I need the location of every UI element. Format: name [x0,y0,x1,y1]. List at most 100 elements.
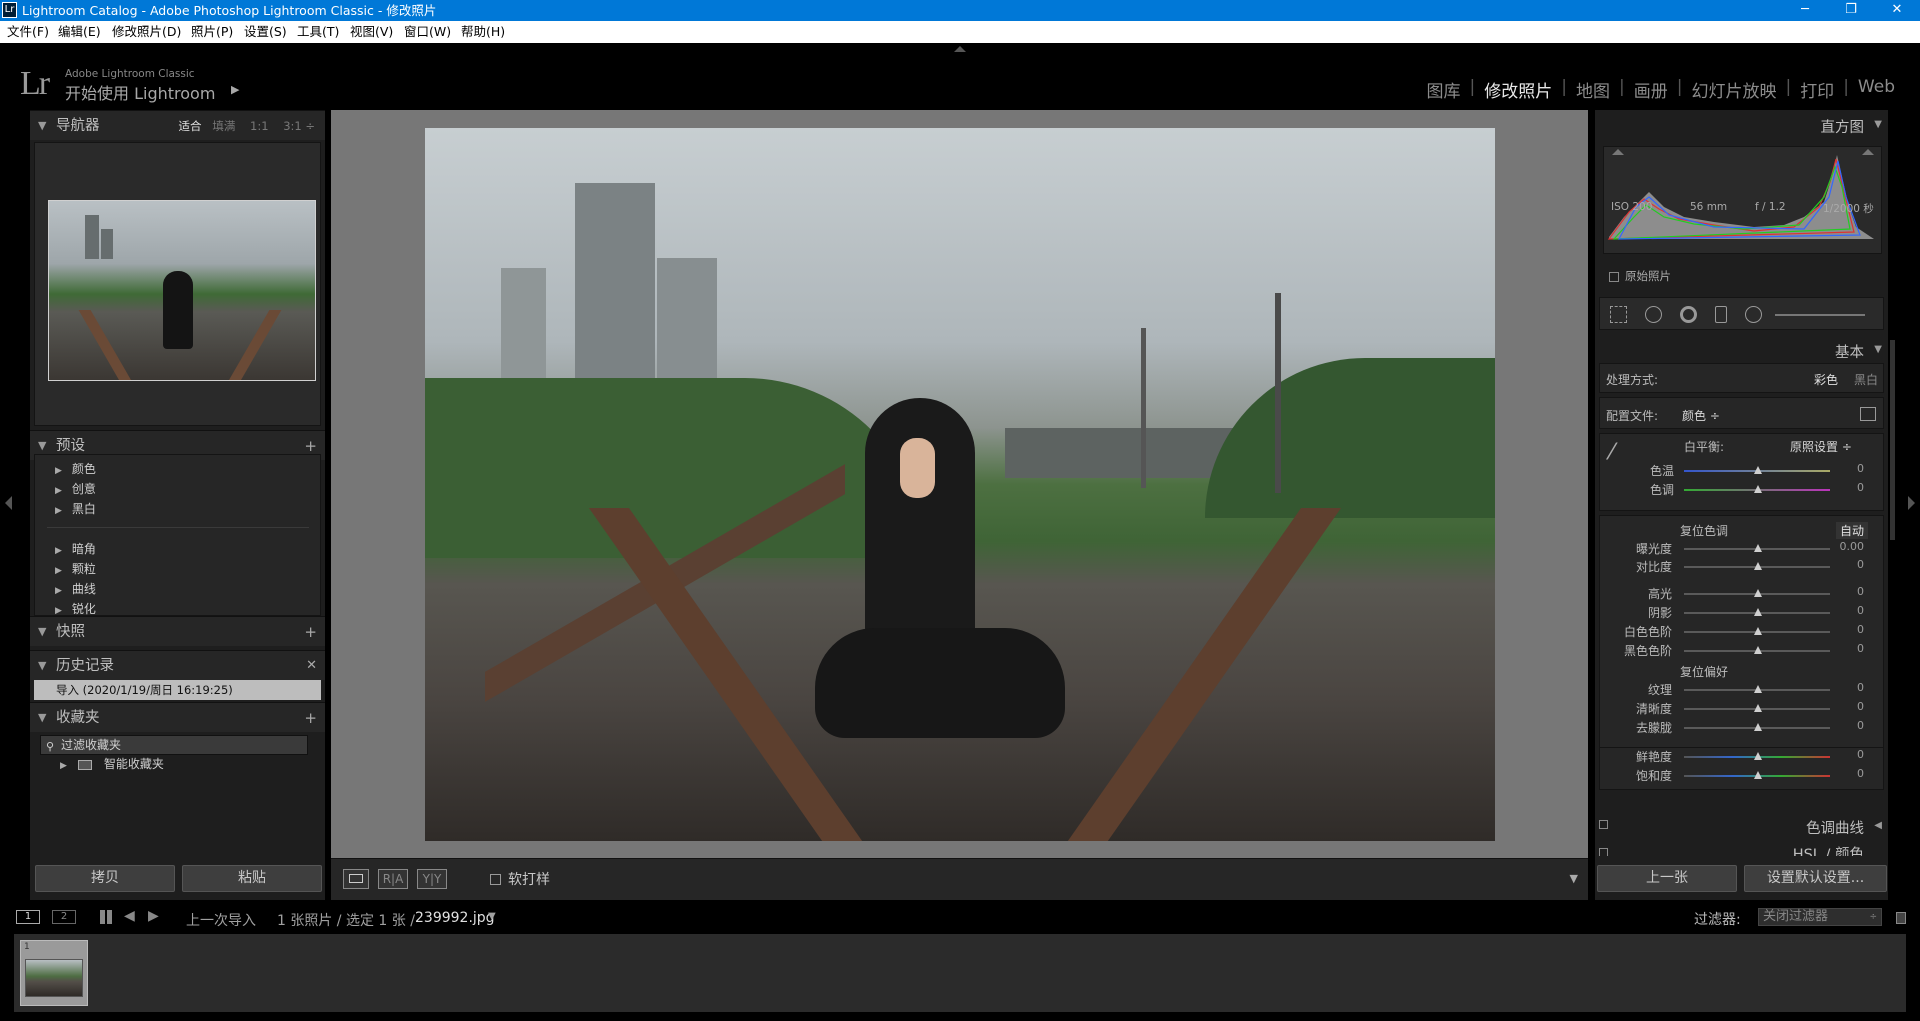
treatment-bw[interactable]: 黑白 [1854,371,1878,388]
play-arrow-icon[interactable]: ▶ [231,83,239,96]
add-snapshot-icon[interactable]: + [304,617,317,647]
maximize-button[interactable]: ❐ [1828,0,1874,21]
navigator-header[interactable]: ▼ 导航器 适合 填满 1:1 3:1 ÷ [30,110,325,140]
clarity-slider[interactable] [1684,704,1830,712]
navigator-thumbnail[interactable] [48,200,316,381]
crop-icon[interactable] [1610,306,1627,323]
before-after-lr-icon[interactable]: R|A [378,869,408,889]
expand-triangle-icon[interactable]: ▶ [55,466,62,476]
temp-slider[interactable] [1684,466,1830,474]
paste-button[interactable]: 粘贴 [182,865,322,892]
collapse-triangle-icon[interactable]: ▼ [38,651,46,681]
menu-develop[interactable]: 修改照片(D) [112,21,181,43]
before-after-tb-icon[interactable]: Y|Y [417,869,447,889]
module-slideshow[interactable]: 幻灯片放映 [1682,77,1785,102]
collapse-triangle-icon[interactable]: ▼ [38,617,46,647]
source-label[interactable]: 上一次导入 [186,910,256,930]
eyedropper-icon[interactable]: ⁄ [1610,440,1614,465]
filmstrip-thumbnail[interactable]: 1 [20,940,88,1006]
preset-group[interactable]: ▶ 曲线 [55,580,96,597]
hsl-toggle[interactable] [1599,848,1608,856]
expand-triangle-icon[interactable]: ▶ [55,546,62,556]
hsl-header-partial[interactable]: HSL / 颜色 [1595,846,1888,856]
zoom-3to1[interactable]: 3:1 [283,119,302,133]
expand-triangle-icon[interactable]: ▶ [55,606,62,616]
collections-header[interactable]: ▼ 收藏夹 + [30,702,325,732]
saturation-slider[interactable] [1684,771,1830,779]
right-panel-collapse-icon[interactable] [1908,496,1915,510]
original-photo-checkbox[interactable] [1609,272,1619,282]
tone-curve-title[interactable]: 色调曲线 [1806,817,1864,838]
reset-presence-button[interactable]: 复位偏好 [1680,663,1728,680]
filter-dropdown[interactable]: 关闭过滤器 ÷ [1758,908,1882,926]
menu-help[interactable]: 帮助(H) [461,21,505,43]
module-print[interactable]: 打印 [1791,77,1843,102]
right-panel-scrollbar[interactable] [1890,340,1895,540]
expand-triangle-icon[interactable]: ▶ [55,486,62,496]
dehaze-slider[interactable] [1684,723,1830,731]
blacks-slider[interactable] [1684,646,1830,654]
profile-dropdown[interactable]: 颜色 ÷ [1682,407,1720,424]
auto-button[interactable]: 自动 [1836,522,1869,539]
expand-triangle-icon[interactable]: ▶ [55,506,62,516]
left-panel-collapse-icon[interactable] [5,496,12,510]
secondary-window-button[interactable]: 2 [52,910,76,924]
tone-curve-toggle[interactable] [1599,820,1608,829]
loupe-view-icon[interactable] [343,869,369,889]
menu-view[interactable]: 视图(V) [350,21,393,43]
preset-group[interactable]: ▶ 颜色 [55,460,96,477]
expand-triangle-icon[interactable]: ▶ [60,761,67,771]
menu-window[interactable]: 窗口(W) [404,21,451,43]
expand-triangle-icon[interactable]: ▶ [55,586,62,596]
top-panel-collapse-icon[interactable] [954,46,966,52]
collapse-triangle-icon[interactable]: ▼ [1874,119,1882,130]
menu-edit[interactable]: 编辑(E) [58,21,101,43]
filter-lock-icon[interactable] [1896,912,1906,924]
softproof-checkbox[interactable] [490,874,501,885]
preset-group[interactable]: ▶ 暗角 [55,540,96,557]
copy-button[interactable]: 拷贝 [35,865,175,892]
menu-settings[interactable]: 设置(S) [244,21,287,43]
filename[interactable]: 239992.jpg [415,910,495,926]
collapse-triangle-icon[interactable]: ▼ [38,111,46,141]
toolbar-menu-icon[interactable]: ▼ [1570,872,1578,885]
wb-dropdown[interactable]: 原照设置 ÷ [1790,438,1852,455]
smart-collections-item[interactable]: ▶ 智能收藏夹 [60,755,164,772]
collapse-triangle-icon[interactable]: ▼ [38,703,46,733]
graduated-filter-icon[interactable] [1715,306,1727,323]
menu-tools[interactable]: 工具(T) [297,21,339,43]
brush-slider[interactable] [1775,314,1865,316]
getting-started-link[interactable]: 开始使用 Lightroom [65,80,215,104]
back-arrow-icon[interactable]: ◀ [124,908,135,924]
texture-slider[interactable] [1684,685,1830,693]
main-photo[interactable] [425,128,1495,841]
contrast-slider[interactable] [1684,562,1830,570]
module-develop[interactable]: 修改照片 [1475,77,1561,102]
treatment-color[interactable]: 彩色 [1814,371,1838,388]
whites-slider[interactable] [1684,627,1830,635]
zoom-fit[interactable]: 适合 [178,119,201,133]
grid-view-icon[interactable] [100,910,114,924]
snapshots-header[interactable]: ▼ 快照 + [30,616,325,646]
preset-group[interactable]: ▶ 颗粒 [55,560,96,577]
module-book[interactable]: 画册 [1625,77,1677,102]
zoom-fill[interactable]: 填满 [212,119,235,133]
histogram[interactable] [1603,146,1882,254]
forward-arrow-icon[interactable]: ▶ [148,908,159,924]
reset-tone-button[interactable]: 复位色调 [1680,522,1728,539]
vibrance-slider[interactable] [1684,752,1830,760]
preset-group[interactable]: ▶ 黑白 [55,500,96,517]
module-library[interactable]: 图库 [1418,77,1470,102]
history-entry[interactable]: 导入 (2020/1/19/周日 16:19:25) [34,680,321,700]
set-default-button[interactable]: 设置默认设置... [1744,865,1887,892]
shadows-slider[interactable] [1684,608,1830,616]
previous-button[interactable]: 上一张 [1597,865,1737,892]
clear-history-icon[interactable]: ✕ [306,651,317,681]
exposure-slider[interactable] [1684,544,1830,552]
menu-file[interactable]: 文件(F) [7,21,49,43]
filter-collections-input[interactable]: ⚲ 过滤收藏夹 [40,735,308,755]
radial-filter-icon[interactable] [1745,306,1762,323]
dropdown-icon[interactable]: ▼ [488,911,496,922]
close-button[interactable]: ✕ [1874,0,1920,21]
collapse-triangle-icon[interactable]: ▼ [1874,344,1882,355]
